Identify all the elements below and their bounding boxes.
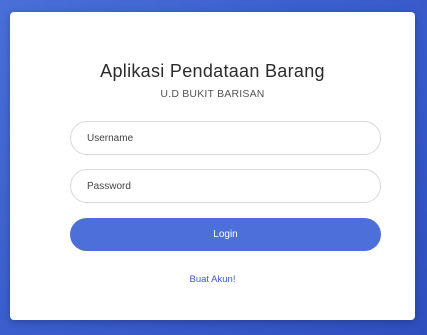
password-field[interactable]: [70, 169, 381, 203]
app-title: Aplikasi Pendataan Barang: [100, 61, 325, 81]
login-card: Aplikasi Pendataan Barang U.D BUKIT BARI…: [10, 12, 415, 320]
username-field[interactable]: [70, 121, 381, 155]
login-button[interactable]: Login: [70, 218, 381, 251]
app-subtitle: U.D BUKIT BARISAN: [160, 88, 265, 100]
create-account-link[interactable]: Buat Akun!: [10, 274, 415, 285]
